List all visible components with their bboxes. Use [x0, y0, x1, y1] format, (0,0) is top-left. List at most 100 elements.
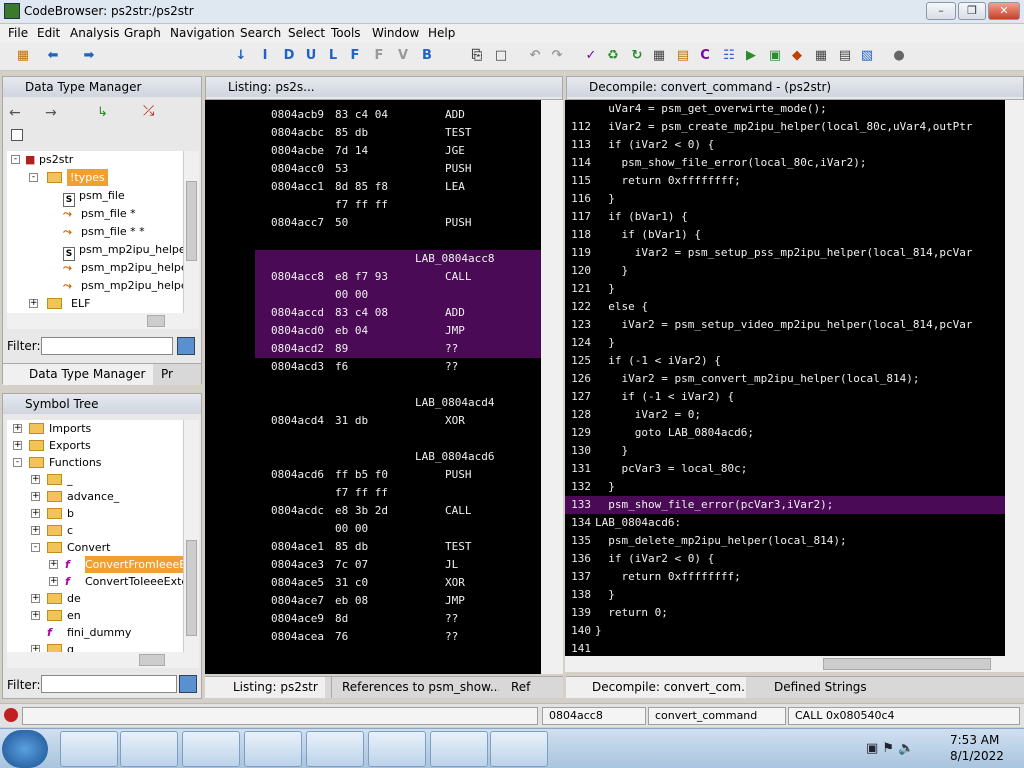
- listing-row[interactable]: f7 ff ff: [255, 196, 545, 214]
- terminal-icon[interactable]: ▦: [650, 47, 668, 65]
- vertical-scrollbar[interactable]: [183, 420, 199, 652]
- expand-toggle[interactable]: +: [31, 594, 40, 603]
- remove-icon[interactable]: ⤰: [143, 103, 154, 119]
- dragon-taskbar-icon[interactable]: [490, 731, 548, 767]
- listing-row[interactable]: 0804acd3 f6??: [255, 358, 545, 376]
- terminal-taskbar-icon[interactable]: [430, 731, 488, 767]
- listing-view[interactable]: 0804acb9 83 c4 04 ADD 0804acbc 85 db TEST 0804…: [205, 100, 563, 674]
- tree-item-ps2str[interactable]: ps2str: [39, 151, 73, 168]
- decompile-line[interactable]: 114 psm_show_file_error(local_80c,iVar2)…: [565, 154, 1005, 172]
- next-instruction-icon[interactable]: I: [256, 47, 274, 65]
- paste-icon[interactable]: □: [492, 47, 510, 65]
- decompile-vscrollbar[interactable]: [1005, 100, 1024, 656]
- decompile-line[interactable]: 115 return 0xffffffff;: [565, 172, 1005, 190]
- tab-ref[interactable]: Ref: [505, 677, 535, 698]
- decompile-line[interactable]: 136 if (iVar2 < 0) {: [565, 550, 1005, 568]
- maximize-button[interactable]: ❐: [958, 2, 986, 20]
- folder-icon[interactable]: ▤: [674, 47, 692, 65]
- tab-program-trees[interactable]: Pr: [155, 364, 179, 385]
- decompile-line[interactable]: uVar4 = psm_get_overwirte_mode();: [565, 100, 1005, 118]
- decompile-line[interactable]: 130 }: [565, 442, 1005, 460]
- decompile-line[interactable]: 133 psm_show_file_error(pcVar3,iVar2);: [565, 496, 1005, 514]
- next-label-icon[interactable]: L: [324, 47, 342, 65]
- decompile-line[interactable]: 125 if (-1 < iVar2) {: [565, 352, 1005, 370]
- chrome-taskbar-icon[interactable]: [182, 731, 240, 767]
- media-player-taskbar-icon[interactable]: [120, 731, 178, 767]
- decompile-line[interactable]: 141: [565, 640, 1005, 656]
- expand-toggle[interactable]: +: [31, 492, 40, 501]
- scroll-thumb[interactable]: [823, 658, 991, 670]
- listing-icon[interactable]: ▧: [858, 47, 876, 65]
- close-button[interactable]: ✕: [988, 2, 1020, 20]
- decompile-line[interactable]: 113 if (iVar2 < 0) {: [565, 136, 1005, 154]
- listing-row[interactable]: 0804acd6 ff b5 f0 PUSH: [255, 466, 545, 484]
- listing-row[interactable]: 00 00: [255, 520, 545, 538]
- filter-input[interactable]: [41, 337, 173, 355]
- listing-row[interactable]: 0804acbe 7d 14 JGE: [255, 142, 545, 160]
- menu-item-window[interactable]: Window: [372, 26, 419, 40]
- listing-row[interactable]: LAB_0804acd4: [255, 394, 545, 412]
- decompile-line[interactable]: 126 iVar2 = psm_convert_mp2ipu_helper(lo…: [565, 370, 1005, 388]
- tab-data-type-manager[interactable]: Data Type Manager: [3, 364, 153, 385]
- next-function-icon[interactable]: F: [346, 47, 364, 65]
- menu-item-file[interactable]: File: [8, 26, 28, 40]
- listing-row[interactable]: 0804acd0 eb 04 JMP: [255, 322, 545, 340]
- listing-row[interactable]: 0804accd 83 c4 08 ADD: [255, 304, 545, 322]
- collapse-toggle[interactable]: -: [31, 543, 40, 552]
- listing-row[interactable]: 0804acdc e8 3b 2d CALL: [255, 502, 545, 520]
- decompile-line[interactable]: 117 if (bVar1) {: [565, 208, 1005, 226]
- listing-row[interactable]: [255, 430, 545, 448]
- listing-row[interactable]: LAB_0804acd6: [255, 448, 545, 466]
- collapse-toggle[interactable]: -: [11, 155, 20, 164]
- decompile-line[interactable]: 129 goto LAB_0804acd6;: [565, 424, 1005, 442]
- decompile-line[interactable]: 138 }: [565, 586, 1005, 604]
- decompile-line[interactable]: 121 }: [565, 280, 1005, 298]
- decompile-line[interactable]: 140}: [565, 622, 1005, 640]
- decompile-line[interactable]: 134 LAB_0804acd6:: [565, 514, 1005, 532]
- menu-item-tools[interactable]: Tools: [331, 26, 361, 40]
- back-arrow-icon[interactable]: ⬅: [44, 47, 62, 65]
- expand-toggle[interactable]: +: [31, 475, 40, 484]
- tree-item-types[interactable]: !types: [67, 169, 108, 186]
- ghidra-taskbar-icon[interactable]: [306, 731, 364, 767]
- bytes-icon[interactable]: ▦: [812, 47, 830, 65]
- listing-row[interactable]: [255, 232, 545, 250]
- menu-item-navigation[interactable]: Navigation: [170, 26, 235, 40]
- next-bookmark-icon[interactable]: B: [418, 47, 436, 65]
- decompile-line[interactable]: 112 iVar2 = psm_create_mp2ipu_helper(loc…: [565, 118, 1005, 136]
- tab-listing[interactable]: Listing: ps2str: [205, 677, 325, 698]
- tab-references[interactable]: References to psm_show...: [331, 677, 499, 698]
- run-script-icon[interactable]: ↻: [628, 47, 646, 65]
- next-nonfunction-icon[interactable]: F: [370, 47, 388, 65]
- expand-icon[interactable]: ↳: [97, 105, 108, 120]
- navigate-down-icon[interactable]: ↓: [232, 47, 250, 65]
- menu-item-analysis[interactable]: Analysis: [70, 26, 119, 40]
- save-icon[interactable]: ▦: [14, 47, 32, 65]
- minimize-button[interactable]: –: [926, 2, 956, 20]
- decompile-view[interactable]: uVar4 = psm_get_overwirte_mode(); 112 iVa…: [565, 100, 1024, 656]
- decompile-line[interactable]: 135 psm_delete_mp2ipu_helper(local_814);: [565, 532, 1005, 550]
- memory-map-icon[interactable]: ▤: [836, 47, 854, 65]
- expand-toggle[interactable]: +: [31, 611, 40, 620]
- decompile-line[interactable]: 127 if (-1 < iVar2) {: [565, 388, 1005, 406]
- listing-row[interactable]: 0804acd2 89??: [255, 340, 545, 358]
- users-icon[interactable]: ●: [890, 47, 908, 65]
- scroll-thumb[interactable]: [147, 315, 165, 327]
- listing-row[interactable]: 0804acc0 53 PUSH: [255, 160, 545, 178]
- next-data-icon[interactable]: D: [280, 47, 298, 65]
- expand-toggle[interactable]: +: [29, 299, 38, 308]
- menu-item-search[interactable]: Search: [240, 26, 281, 40]
- filter-options-icon[interactable]: [177, 337, 195, 355]
- listing-row[interactable]: f7 ff ff: [255, 484, 545, 502]
- start-button[interactable]: [2, 730, 48, 768]
- listing-row[interactable]: 0804ace7 eb 08 JMP: [255, 592, 545, 610]
- decompile-line[interactable]: 120 }: [565, 262, 1005, 280]
- collapse-all-icon[interactable]: [11, 129, 23, 141]
- notepad-taskbar-icon[interactable]: [368, 731, 426, 767]
- scroll-thumb[interactable]: [186, 181, 197, 261]
- tree-item-mp2ipu-helper[interactable]: Spsm_mp2ipu_helper: [63, 241, 183, 261]
- listing-row[interactable]: 0804acea 76??: [255, 628, 545, 646]
- listing-row[interactable]: 0804acc1 8d 85 f8 LEA: [255, 178, 545, 196]
- menu-item-edit[interactable]: Edit: [37, 26, 60, 40]
- expand-toggle[interactable]: +: [31, 526, 40, 535]
